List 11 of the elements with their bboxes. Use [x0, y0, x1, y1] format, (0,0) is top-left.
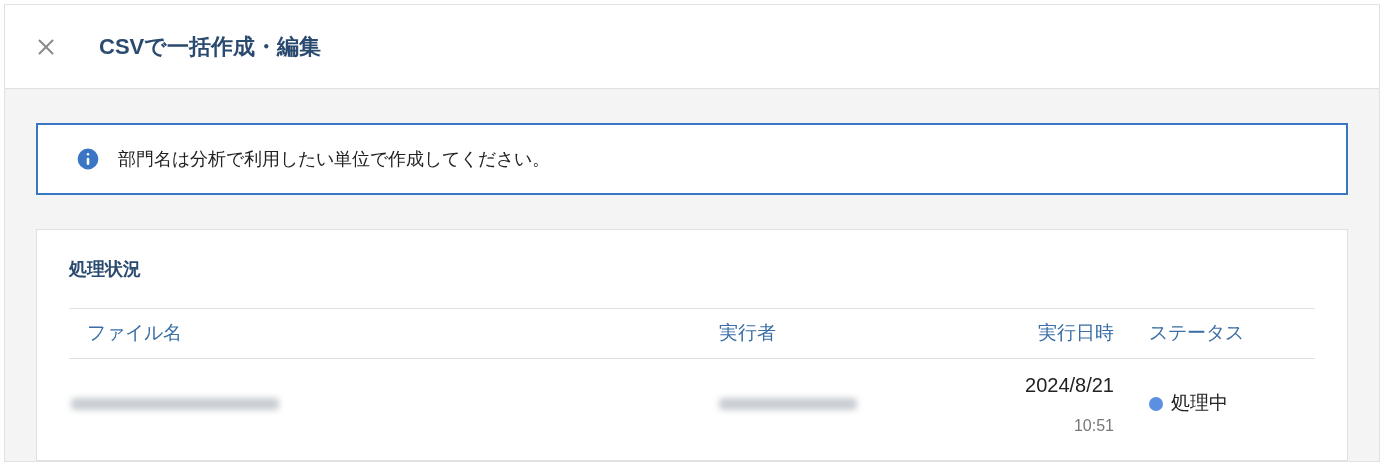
column-header: ファイル名 — [86, 321, 182, 346]
column-header: ステータス — [1148, 321, 1244, 346]
notice-text: 部門名は分析で利用したい単位で作成してください。 — [118, 147, 550, 171]
dialog-title: CSVで一括作成・編集 — [99, 33, 322, 61]
column-header: 実行日時 — [1038, 321, 1114, 346]
time-text: 10:51 — [1073, 415, 1114, 436]
card-title: 処理状況 — [69, 258, 142, 281]
column-header: 実行者 — [719, 321, 776, 346]
info-icon — [74, 145, 102, 173]
status-label: 処理中 — [1171, 391, 1228, 416]
date-text: 2024/8/21 — [1025, 372, 1114, 398]
